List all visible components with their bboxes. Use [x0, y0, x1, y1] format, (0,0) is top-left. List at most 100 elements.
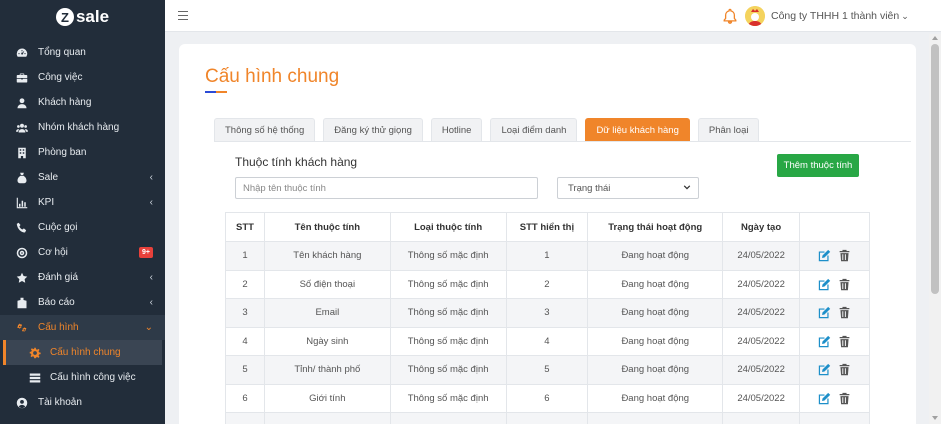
sidebar-item-tai-khoan[interactable]: Tài khoản — [0, 390, 165, 415]
gear-icon — [28, 347, 42, 359]
section-title: Thuộc tính khách hàng — [235, 155, 358, 169]
menu-toggle-icon[interactable] — [178, 11, 188, 21]
status-select-value: Trạng thái — [568, 182, 611, 194]
page-scrollbar[interactable] — [929, 34, 941, 424]
chevron-left-icon: ‹ — [149, 272, 153, 283]
cell-actions — [799, 383, 870, 413]
table-row: 2 Số điện thoại Thông số mặc định 2 Đang… — [225, 269, 870, 299]
tab-bar: Thông số hệ thống Đăng ký thử giọng Hotl… — [214, 118, 911, 142]
cell-name: Tên khách hàng — [263, 241, 391, 271]
cell-empty — [389, 412, 507, 424]
scroll-up-arrow-icon[interactable] — [932, 36, 938, 40]
sidebar-item-label: Phòng ban — [38, 147, 87, 158]
users-icon — [15, 122, 29, 134]
sidebar-item-label: Khách hàng — [38, 97, 92, 108]
cell-stt: 2 — [225, 269, 265, 299]
cell-type: Thông số mặc định — [389, 355, 507, 385]
trash-icon[interactable] — [838, 335, 851, 348]
table-row-partial — [225, 412, 870, 424]
submenu-item-cau-hinh-cong-viec[interactable]: Cấu hình công việc — [0, 365, 165, 390]
submenu-item-label: Cấu hình công việc — [50, 372, 136, 383]
column-header: Loại thuộc tính — [389, 212, 507, 242]
sidebar-item-sale[interactable]: Sale ‹ — [0, 165, 165, 190]
cell-empty — [722, 412, 801, 424]
search-input[interactable] — [235, 177, 538, 199]
account-icon — [15, 397, 29, 409]
cell-empty — [505, 412, 589, 424]
dashboard-icon — [15, 47, 29, 59]
sidebar-item-label: Nhóm khách hàng — [38, 122, 120, 133]
tab-dang-ky-thu-giong[interactable]: Đăng ký thử giọng — [323, 118, 423, 141]
sidebar-item-cuoc-goi[interactable]: Cuộc gọi — [0, 215, 165, 240]
sidebar-item-cau-hinh[interactable]: Cấu hình ⌄ — [0, 315, 165, 340]
edit-icon[interactable] — [818, 306, 831, 319]
notification-badge: 9+ — [139, 247, 153, 258]
target-icon — [15, 247, 29, 259]
edit-icon[interactable] — [818, 335, 831, 348]
tab-phan-loai[interactable]: Phân loại — [697, 118, 760, 141]
cell-empty — [587, 412, 724, 424]
cell-actions — [799, 326, 870, 356]
cell-actions — [799, 355, 870, 385]
tab-hotline[interactable]: Hotline — [430, 118, 483, 141]
tab-du-lieu-khach-hang[interactable]: Dữ liệu khách hàng — [585, 118, 690, 141]
cell-status: Đang hoạt động — [587, 298, 724, 328]
trash-icon[interactable] — [838, 278, 851, 291]
cell-status: Đang hoạt động — [587, 269, 724, 299]
sidebar-item-danh-gia[interactable]: Đánh giá ‹ — [0, 265, 165, 290]
cell-date: 24/05/2022 — [722, 298, 801, 328]
sidebar-item-khach-hang[interactable]: Khách hàng — [0, 90, 165, 115]
sidebar-item-phong-ban[interactable]: Phòng ban — [0, 140, 165, 165]
building-icon — [15, 147, 29, 159]
trash-icon[interactable] — [838, 249, 851, 262]
table-header-row: STT Tên thuộc tính Loại thuộc tính STT h… — [225, 212, 870, 242]
tab-loai-diem-danh[interactable]: Loại điểm danh — [490, 118, 578, 141]
chevron-down-icon — [683, 185, 691, 190]
cell-type: Thông số mặc định — [389, 383, 507, 413]
column-header: Ngày tạo — [722, 212, 801, 242]
app-logo[interactable]: Z sale — [0, 0, 165, 34]
submenu-item-cau-hinh-chung[interactable]: Cấu hình chung — [3, 340, 162, 365]
sidebar-item-nhom-khach-hang[interactable]: Nhóm khách hàng — [0, 115, 165, 140]
company-name: Công ty THHH 1 thành viên — [771, 10, 900, 22]
scroll-down-arrow-icon[interactable] — [932, 416, 938, 420]
cell-date: 24/05/2022 — [722, 355, 801, 385]
edit-icon[interactable] — [818, 363, 831, 376]
sidebar-item-co-hoi[interactable]: Cơ hội 9+ — [0, 240, 165, 265]
trash-icon[interactable] — [838, 392, 851, 405]
chevron-left-icon: ‹ — [149, 172, 153, 183]
status-select[interactable]: Trạng thái — [557, 177, 699, 199]
sidebar-item-label: Đánh giá — [38, 272, 79, 283]
table-row: 5 Tỉnh/ thành phố Thông số mặc định 5 Đa… — [225, 355, 870, 385]
cell-name: Ngày sinh — [263, 326, 391, 356]
sidebar-item-kpi[interactable]: KPI ‹ — [0, 190, 165, 215]
sidebar-item-tong-quan[interactable]: Tổng quan — [0, 40, 165, 65]
cell-order: 1 — [505, 241, 589, 271]
cell-type: Thông số mặc định — [389, 241, 507, 271]
briefcase-icon — [15, 72, 29, 84]
table-row: 6 Giới tính Thông số mặc định 6 Đang hoạ… — [225, 383, 870, 413]
scrollbar-thumb[interactable] — [931, 44, 939, 294]
cell-empty — [263, 412, 391, 424]
column-header: STT hiển thị — [505, 212, 589, 242]
sidebar-item-label: Cuộc gọi — [38, 222, 78, 233]
trash-icon[interactable] — [838, 306, 851, 319]
cell-actions — [799, 269, 870, 299]
avatar[interactable] — [745, 6, 765, 26]
sidebar-item-bao-cao[interactable]: Báo cáo ‹ — [0, 290, 165, 315]
company-switcher[interactable]: Công ty THHH 1 thành viên ⌄ — [771, 10, 909, 22]
bell-icon[interactable] — [723, 8, 737, 24]
edit-icon[interactable] — [818, 392, 831, 405]
sidebar-item-cong-viec[interactable]: Công việc — [0, 65, 165, 90]
edit-icon[interactable] — [818, 278, 831, 291]
logo-text: sale — [75, 7, 110, 26]
cell-actions — [799, 298, 870, 328]
report-icon — [15, 297, 29, 309]
cell-stt: 3 — [225, 298, 265, 328]
edit-icon[interactable] — [818, 249, 831, 262]
cell-type: Thông số mặc định — [389, 326, 507, 356]
tab-thong-so-he-thong[interactable]: Thông số hệ thống — [214, 118, 316, 141]
add-attribute-button[interactable]: Thêm thuộc tính — [777, 154, 859, 177]
cell-order: 4 — [505, 326, 589, 356]
trash-icon[interactable] — [838, 363, 851, 376]
